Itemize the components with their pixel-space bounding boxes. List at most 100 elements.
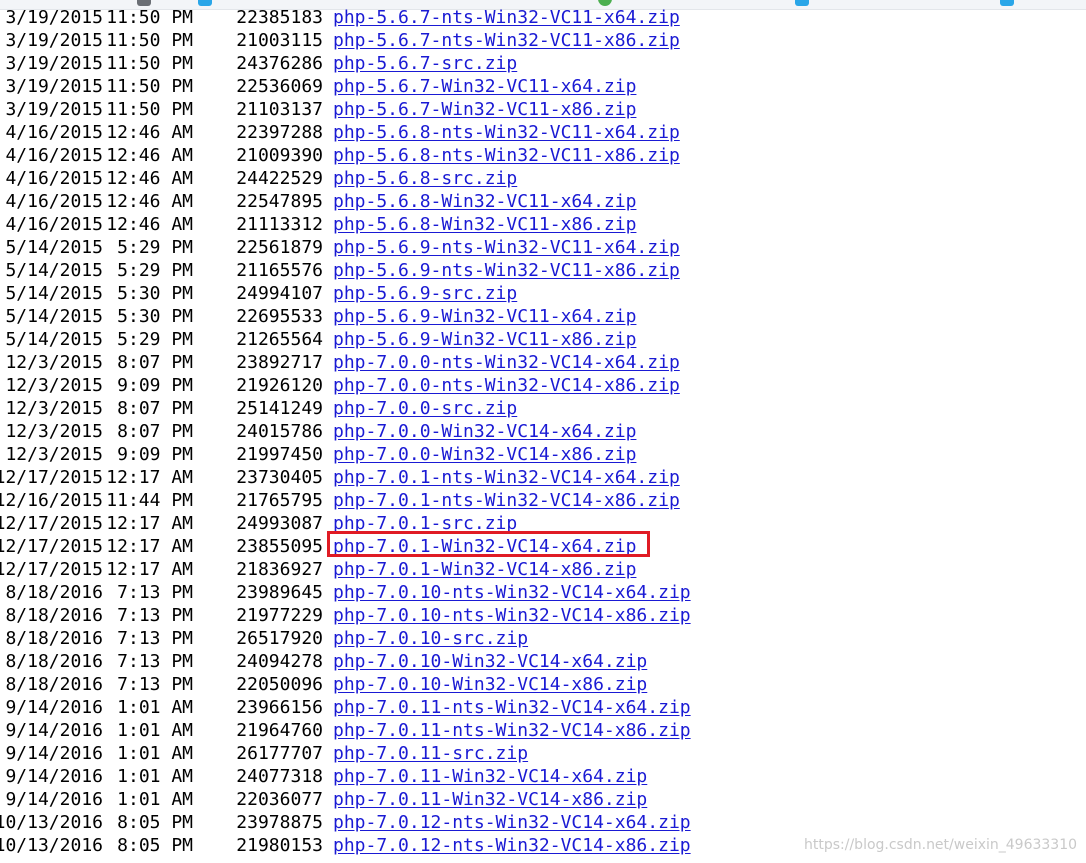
file-date: 9/14/2016 bbox=[5, 720, 103, 741]
file-time: 11:50 PM bbox=[106, 30, 193, 51]
file-row: 3/19/2015 11:50 PM 24376286 php-5.6.7-src.z… bbox=[0, 52, 1086, 75]
file-time: 1:01 AM bbox=[117, 766, 193, 787]
file-row: 5/14/2015 5:29 PM 21265564 php-5.6.9-Win32-… bbox=[0, 328, 1086, 351]
file-link[interactable]: php-5.6.7-nts-Win32-VC11-x86.zip bbox=[333, 29, 680, 52]
file-time: 12:46 AM bbox=[106, 168, 193, 189]
file-link[interactable]: php-5.6.7-Win32-VC11-x64.zip bbox=[333, 75, 636, 98]
file-link[interactable]: php-7.0.11-nts-Win32-VC14-x86.zip bbox=[333, 719, 691, 742]
file-link[interactable]: php-7.0.1-Win32-VC14-x64.zip bbox=[333, 535, 636, 558]
file-time: 8:05 PM bbox=[117, 835, 193, 856]
file-link[interactable]: php-7.0.10-Win32-VC14-x64.zip bbox=[333, 650, 647, 673]
file-row: 9/14/2016 1:01 AM 24077318 php-7.0.11-Win32… bbox=[0, 765, 1086, 788]
file-time: 12:46 AM bbox=[106, 145, 193, 166]
file-date: 10/13/2016 bbox=[0, 812, 103, 833]
file-link[interactable]: php-7.0.0-Win32-VC14-x64.zip bbox=[333, 420, 636, 443]
file-row: 8/18/2016 7:13 PM 22050096 php-7.0.10-Win32… bbox=[0, 673, 1086, 696]
file-link[interactable]: php-7.0.0-nts-Win32-VC14-x64.zip bbox=[333, 351, 680, 374]
file-row: 5/14/2015 5:30 PM 24994107 php-5.6.9-src.zi… bbox=[0, 282, 1086, 305]
file-link[interactable]: php-5.6.8-src.zip bbox=[333, 167, 517, 190]
file-row: 12/3/2015 9:09 PM 21926120 php-7.0.0-nts-Wi… bbox=[0, 374, 1086, 397]
file-link[interactable]: php-7.0.11-Win32-VC14-x64.zip bbox=[333, 765, 647, 788]
file-link[interactable]: php-5.6.9-src.zip bbox=[333, 282, 517, 305]
file-row: 3/19/2015 11:50 PM 21003115 php-5.6.7-nts-W… bbox=[0, 29, 1086, 52]
file-time: 12:46 AM bbox=[106, 122, 193, 143]
file-size: 23855095 bbox=[236, 536, 323, 557]
file-date: 8/18/2016 bbox=[5, 651, 103, 672]
file-link[interactable]: php-5.6.7-src.zip bbox=[333, 52, 517, 75]
file-time: 12:46 AM bbox=[106, 191, 193, 212]
file-link[interactable]: php-7.0.0-nts-Win32-VC14-x86.zip bbox=[333, 374, 680, 397]
file-date: 12/3/2015 bbox=[5, 352, 103, 373]
file-size: 22397288 bbox=[236, 122, 323, 143]
file-link[interactable]: php-7.0.10-nts-Win32-VC14-x86.zip bbox=[333, 604, 691, 627]
file-time: 12:17 AM bbox=[106, 467, 193, 488]
file-size: 22036077 bbox=[236, 789, 323, 810]
file-link[interactable]: php-5.6.9-Win32-VC11-x64.zip bbox=[333, 305, 636, 328]
file-link[interactable]: php-7.0.12-nts-Win32-VC14-x86.zip bbox=[333, 834, 691, 857]
file-link[interactable]: php-5.6.8-Win32-VC11-x86.zip bbox=[333, 213, 636, 236]
file-link[interactable]: php-7.0.1-nts-Win32-VC14-x64.zip bbox=[333, 466, 680, 489]
file-link[interactable]: php-5.6.8-nts-Win32-VC11-x64.zip bbox=[333, 121, 680, 144]
file-link[interactable]: php-7.0.10-nts-Win32-VC14-x64.zip bbox=[333, 581, 691, 604]
file-date: 8/18/2016 bbox=[5, 628, 103, 649]
file-link[interactable]: php-7.0.11-nts-Win32-VC14-x64.zip bbox=[333, 696, 691, 719]
file-time: 1:01 AM bbox=[117, 743, 193, 764]
file-link[interactable]: php-7.0.10-src.zip bbox=[333, 627, 528, 650]
file-link[interactable]: php-7.0.10-Win32-VC14-x86.zip bbox=[333, 673, 647, 696]
file-link[interactable]: php-5.6.8-nts-Win32-VC11-x86.zip bbox=[333, 144, 680, 167]
file-row: 12/17/2015 12:17 AM 21836927 php-7.0.1-Win3… bbox=[0, 558, 1086, 581]
file-time: 7:13 PM bbox=[117, 674, 193, 695]
file-date: 3/19/2015 bbox=[5, 99, 103, 120]
file-date: 8/18/2016 bbox=[5, 605, 103, 626]
file-link[interactable]: php-7.0.11-Win32-VC14-x86.zip bbox=[333, 788, 647, 811]
file-link[interactable]: php-7.0.1-Win32-VC14-x86.zip bbox=[333, 558, 636, 581]
file-size: 21009390 bbox=[236, 145, 323, 166]
file-link[interactable]: php-7.0.0-src.zip bbox=[333, 397, 517, 420]
file-time: 12:17 AM bbox=[106, 513, 193, 534]
file-time: 1:01 AM bbox=[117, 697, 193, 718]
file-time: 1:01 AM bbox=[117, 789, 193, 810]
file-date: 9/14/2016 bbox=[5, 743, 103, 764]
file-date: 3/19/2015 bbox=[5, 53, 103, 74]
file-size: 21165576 bbox=[236, 260, 323, 281]
file-row: 9/14/2016 1:01 AM 21964760 php-7.0.11-nts-W… bbox=[0, 719, 1086, 742]
file-size: 22385183 bbox=[236, 7, 323, 28]
file-size: 23730405 bbox=[236, 467, 323, 488]
file-row: 9/14/2016 1:01 AM 26177707 php-7.0.11-src.z… bbox=[0, 742, 1086, 765]
file-time: 8:05 PM bbox=[117, 812, 193, 833]
file-size: 21765795 bbox=[236, 490, 323, 511]
file-time: 7:13 PM bbox=[117, 582, 193, 603]
file-link[interactable]: php-5.6.9-nts-Win32-VC11-x86.zip bbox=[333, 259, 680, 282]
file-date: 12/16/2015 bbox=[0, 490, 103, 511]
file-link[interactable]: php-7.0.1-src.zip bbox=[333, 512, 517, 535]
file-size: 24376286 bbox=[236, 53, 323, 74]
file-row: 10/13/2016 8:05 PM 23978875 php-7.0.12-nts-… bbox=[0, 811, 1086, 834]
file-link[interactable]: php-5.6.7-Win32-VC11-x86.zip bbox=[333, 98, 636, 121]
file-row: 12/17/2015 12:17 AM 24993087 php-7.0.1-src.… bbox=[0, 512, 1086, 535]
file-date: 12/3/2015 bbox=[5, 375, 103, 396]
file-link[interactable]: php-5.6.8-Win32-VC11-x64.zip bbox=[333, 190, 636, 213]
file-date: 4/16/2015 bbox=[5, 214, 103, 235]
file-time: 11:50 PM bbox=[106, 99, 193, 120]
file-link[interactable]: php-7.0.12-nts-Win32-VC14-x64.zip bbox=[333, 811, 691, 834]
file-date: 3/19/2015 bbox=[5, 30, 103, 51]
file-link[interactable]: php-5.6.9-Win32-VC11-x86.zip bbox=[333, 328, 636, 351]
file-link[interactable]: php-5.6.9-nts-Win32-VC11-x64.zip bbox=[333, 236, 680, 259]
file-row: 12/17/2015 12:17 AM 23730405 php-7.0.1-nts-… bbox=[0, 466, 1086, 489]
file-date: 3/19/2015 bbox=[5, 76, 103, 97]
file-link[interactable]: php-5.6.7-nts-Win32-VC11-x64.zip bbox=[333, 6, 680, 29]
file-size: 22050096 bbox=[236, 674, 323, 695]
file-time: 7:13 PM bbox=[117, 651, 193, 672]
file-date: 5/14/2015 bbox=[5, 283, 103, 304]
file-size: 26517920 bbox=[236, 628, 323, 649]
file-link[interactable]: php-7.0.11-src.zip bbox=[333, 742, 528, 765]
file-date: 12/3/2015 bbox=[5, 398, 103, 419]
file-date: 12/3/2015 bbox=[5, 421, 103, 442]
file-size: 25141249 bbox=[236, 398, 323, 419]
file-time: 8:07 PM bbox=[117, 421, 193, 442]
file-link[interactable]: php-7.0.1-nts-Win32-VC14-x86.zip bbox=[333, 489, 680, 512]
file-row: 3/19/2015 11:50 PM 22385183 php-5.6.7-nts-W… bbox=[0, 6, 1086, 29]
file-date: 10/13/2016 bbox=[0, 835, 103, 856]
file-link[interactable]: php-7.0.0-Win32-VC14-x86.zip bbox=[333, 443, 636, 466]
file-row: 5/14/2015 5:29 PM 21165576 php-5.6.9-nts-Wi… bbox=[0, 259, 1086, 282]
